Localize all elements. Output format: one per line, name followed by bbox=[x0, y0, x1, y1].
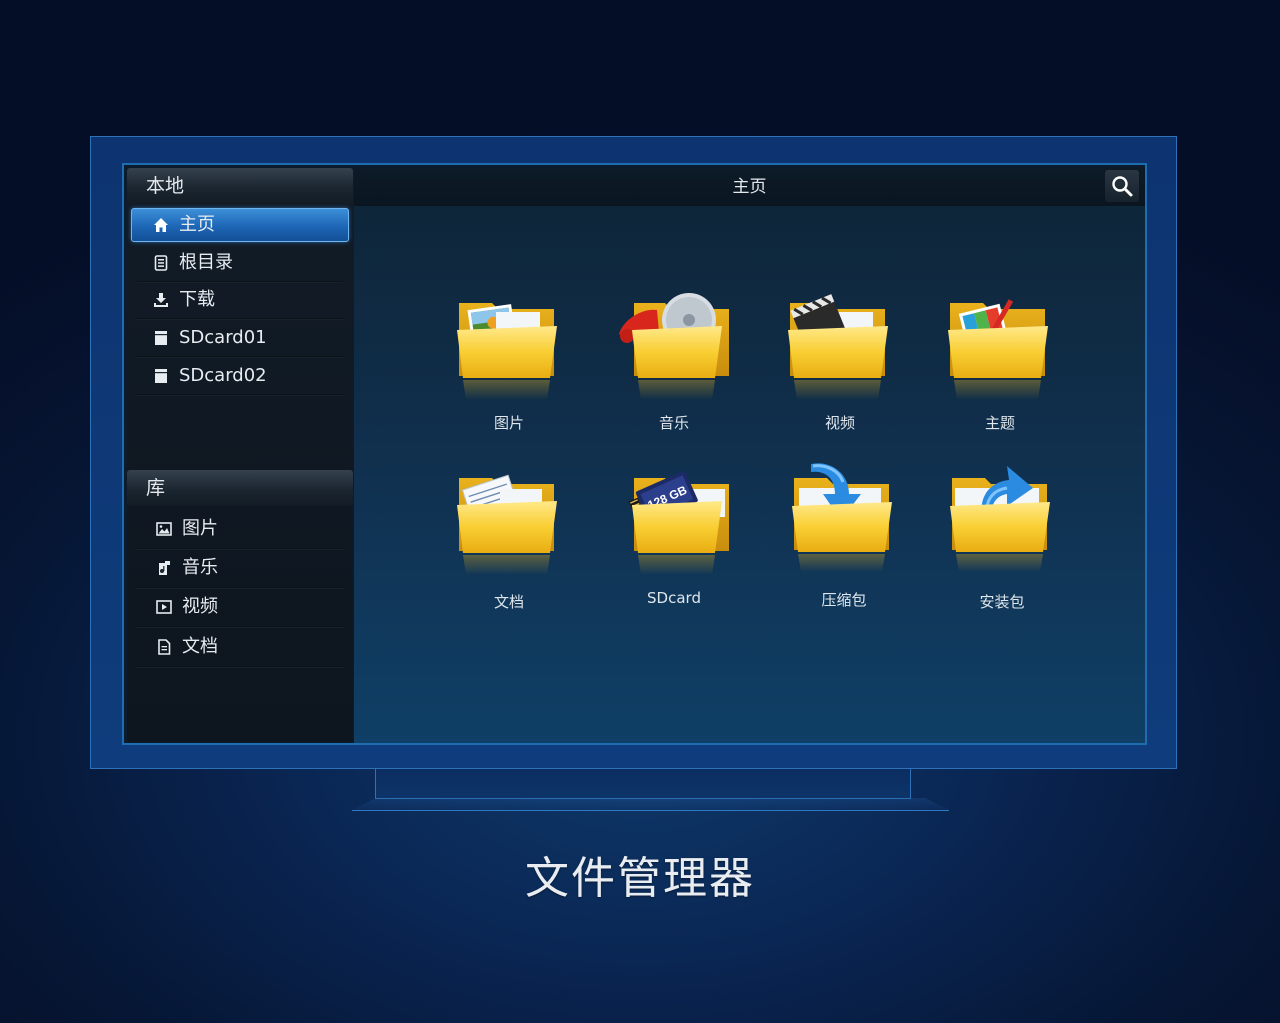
music-folder-icon bbox=[619, 293, 729, 400]
sidebar-item-home[interactable]: 主页 bbox=[131, 208, 349, 242]
app-caption: 文件管理器 bbox=[525, 853, 755, 904]
folder-pictures[interactable]: 图片 bbox=[439, 288, 579, 438]
pictures-folder-icon bbox=[457, 303, 557, 400]
folder-video[interactable]: 视频 bbox=[770, 288, 910, 438]
sidebar-item-root[interactable]: 根目录 bbox=[131, 246, 349, 283]
video-folder-icon bbox=[788, 294, 888, 400]
sidebar-item-label: 音乐 bbox=[182, 557, 218, 578]
tv-stand-base bbox=[352, 798, 949, 811]
folder-label: 压缩包 bbox=[821, 591, 867, 609]
archive-folder-icon bbox=[792, 463, 892, 572]
search-icon bbox=[1112, 176, 1133, 197]
sidebar-item-video[interactable]: 视频 bbox=[131, 590, 349, 628]
folder-label: 音乐 bbox=[658, 414, 689, 432]
sdcard-icon bbox=[155, 331, 167, 345]
divider bbox=[137, 666, 343, 668]
sidebar-item-sdcard01[interactable]: SDcard01 bbox=[131, 321, 349, 358]
sdcard-icon bbox=[155, 369, 167, 383]
sidebar-item-documents[interactable]: 文档 bbox=[131, 630, 349, 668]
page-title: 主页 bbox=[732, 177, 767, 197]
document-icon bbox=[158, 639, 171, 655]
folder-label: 视频 bbox=[824, 414, 855, 432]
divider bbox=[137, 587, 343, 589]
video-icon bbox=[156, 600, 172, 614]
documents-folder-icon bbox=[457, 474, 557, 575]
library-section-header: 库 bbox=[127, 470, 353, 506]
download-icon bbox=[154, 293, 168, 307]
sidebar-item-music[interactable]: 音乐 bbox=[131, 551, 349, 589]
document-list-icon bbox=[154, 255, 168, 271]
divider bbox=[137, 548, 343, 550]
sidebar-item-label: SDcard02 bbox=[179, 365, 267, 386]
folder-label: 主题 bbox=[984, 414, 1015, 432]
divider bbox=[137, 318, 343, 320]
folder-theme[interactable]: 主题 bbox=[930, 288, 1070, 438]
sidebar-item-download[interactable]: 下载 bbox=[131, 283, 349, 320]
divider bbox=[137, 394, 343, 396]
music-icon bbox=[159, 561, 170, 575]
folder-documents[interactable]: 文档 bbox=[439, 463, 579, 613]
folder-label: 文档 bbox=[493, 593, 524, 611]
sidebar-item-images[interactable]: 图片 bbox=[131, 512, 349, 550]
theme-folder-icon bbox=[948, 299, 1048, 400]
folder-archive[interactable]: 压缩包 bbox=[774, 458, 914, 609]
folder-label: SDcard bbox=[647, 589, 701, 607]
sidebar-item-label: SDcard01 bbox=[179, 327, 267, 348]
image-icon bbox=[156, 522, 172, 536]
divider bbox=[137, 356, 343, 358]
sidebar-item-label: 根目录 bbox=[179, 252, 233, 273]
main-header: 主页 bbox=[354, 168, 1145, 206]
sidebar-item-label: 视频 bbox=[182, 596, 218, 617]
sidebar-item-label: 文档 bbox=[182, 636, 218, 657]
folder-installer[interactable]: 安装包 bbox=[932, 458, 1072, 611]
sidebar-item-label: 图片 bbox=[182, 518, 218, 539]
sdcard-folder-icon: 128 GB bbox=[628, 470, 729, 575]
main-panel: 主页 图片 音乐 视频 主题 文档 128 GB SDcard 压缩包 安装包 bbox=[354, 168, 1145, 743]
home-icon bbox=[154, 218, 168, 232]
folder-label: 安装包 bbox=[979, 593, 1025, 611]
installer-folder-icon bbox=[950, 466, 1050, 572]
folder-music[interactable]: 音乐 bbox=[604, 288, 744, 438]
sidebar: 本地 主页 根目录 下载 SDcard01 SDcard02 库 图片 音乐 视… bbox=[127, 168, 353, 742]
divider bbox=[137, 626, 343, 628]
local-section-header: 本地 bbox=[127, 168, 353, 204]
sidebar-item-sdcard02[interactable]: SDcard02 bbox=[131, 359, 349, 396]
folder-label: 图片 bbox=[493, 414, 524, 432]
sidebar-item-label: 主页 bbox=[179, 214, 215, 235]
sidebar-item-label: 下载 bbox=[179, 289, 215, 310]
screen: 本地 主页 根目录 下载 SDcard01 SDcard02 库 图片 音乐 视… bbox=[122, 163, 1147, 745]
folder-sdcard[interactable]: 128 GB SDcard bbox=[604, 463, 744, 613]
search-button[interactable] bbox=[1105, 170, 1139, 202]
tv-stand bbox=[375, 769, 911, 799]
